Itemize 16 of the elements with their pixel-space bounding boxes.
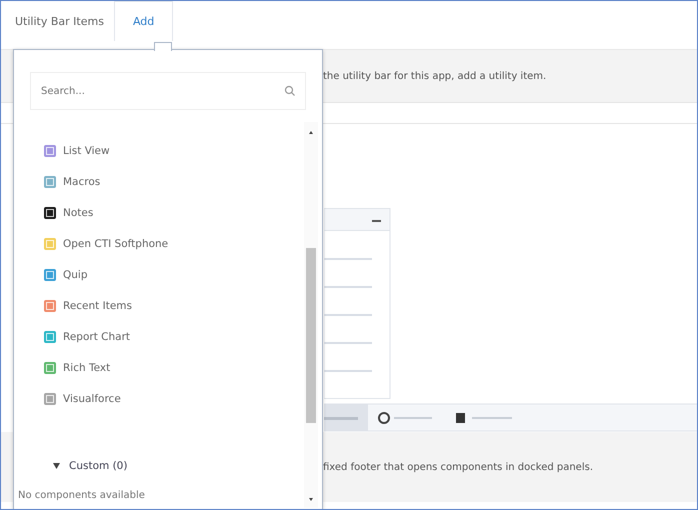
- empty-message: No components available: [18, 490, 146, 501]
- component-item[interactable]: Macros: [44, 166, 304, 197]
- section-toggle[interactable]: Custom (0): [44, 456, 304, 476]
- component-item[interactable]: Report Chart: [44, 321, 304, 352]
- banner-text: the utility bar for this app, add a utility item.: [323, 70, 546, 82]
- footer-text: fixed footer that opens components in docked panels.: [323, 462, 594, 472]
- tab[interactable]: Utility Bar Items: [5, 1, 114, 41]
- component-item[interactable]: Notes: [44, 197, 304, 228]
- component-item[interactable]: Visualforce: [44, 383, 304, 414]
- tab[interactable]: Add: [114, 1, 174, 41]
- component-item[interactable]: Quip: [44, 259, 304, 290]
- component-item[interactable]: List View: [44, 135, 304, 166]
- component-item[interactable]: Recent Items: [44, 290, 304, 321]
- component-item[interactable]: Open CTI Softphone: [44, 228, 304, 259]
- component-item[interactable]: Rich Text: [44, 352, 304, 383]
- search-field[interactable]: Search...: [30, 72, 306, 110]
